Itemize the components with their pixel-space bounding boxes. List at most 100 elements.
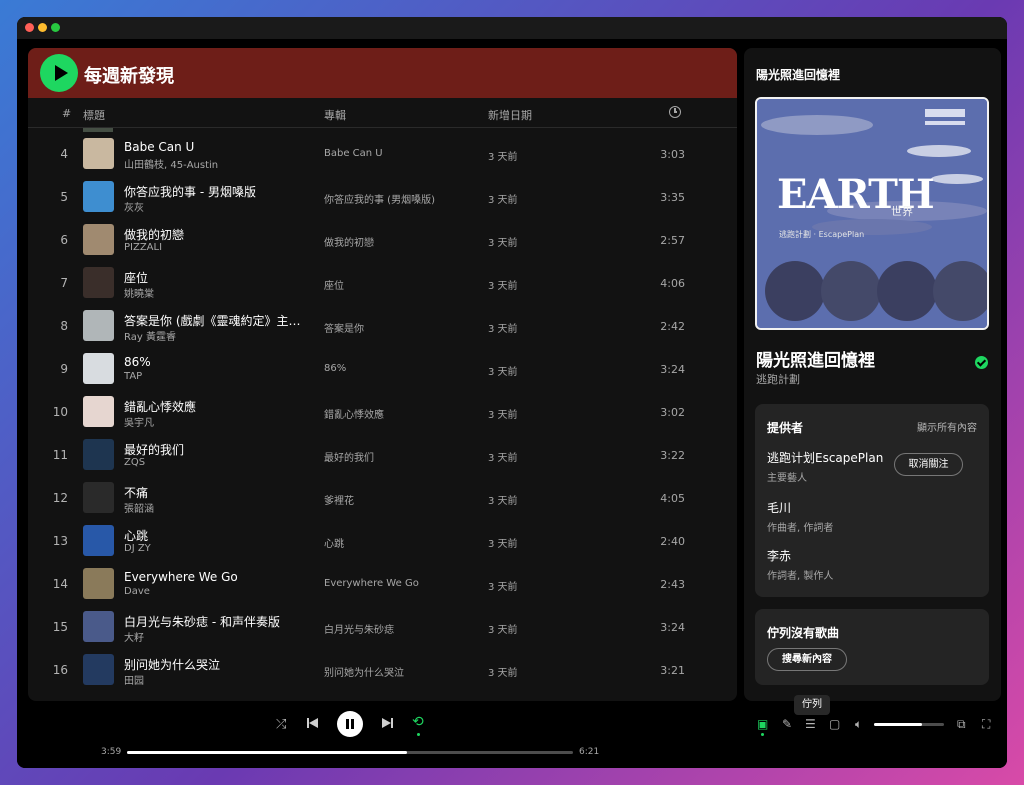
lyrics-icon[interactable]: ✎ (782, 717, 792, 731)
col-album[interactable]: 專輯 (324, 107, 346, 123)
track-title[interactable]: 别问她为什么哭泣 (124, 656, 220, 673)
track-title[interactable]: 你答应我的事 - 男烟嗓版 (124, 183, 256, 200)
track-album[interactable]: 答案是你 (324, 320, 364, 335)
track-album[interactable]: Everywhere We Go (324, 578, 419, 589)
play-button[interactable] (40, 54, 78, 92)
track-row[interactable]: 10 錯亂心悸效應 吳宇凡 錯亂心悸效應 3 天前 3:02 (28, 390, 737, 433)
volume-icon[interactable]: 🔈︎ (855, 717, 862, 732)
track-title[interactable]: 最好的我们 (124, 441, 184, 458)
repeat-active-dot (417, 733, 420, 736)
track-row[interactable]: 12 不痛 張韶涵 爹裡花 3 天前 4:05 (28, 476, 737, 519)
track-artwork (83, 525, 114, 556)
track-duration: 4:05 (660, 492, 685, 505)
track-artwork (83, 224, 114, 255)
repeat-one-icon[interactable]: ⟲ (412, 714, 424, 730)
queue-icon[interactable]: ☰ (805, 717, 816, 731)
progress-bar[interactable] (127, 751, 573, 754)
track-row[interactable]: 13 心跳 DJ ZY 心跳 3 天前 2:40 (28, 519, 737, 562)
credits-title: 提供者 (767, 421, 804, 435)
search-new-content-button[interactable]: 搜尋新內容 (767, 648, 847, 671)
track-title[interactable]: 錯亂心悸效應 (124, 398, 196, 415)
track-title[interactable]: Babe Can U (124, 140, 194, 154)
track-artist[interactable]: Ray 黃霆睿 (124, 328, 176, 343)
track-artwork (83, 654, 114, 685)
previous-icon[interactable] (307, 717, 319, 729)
track-date-added: 3 天前 (488, 582, 518, 593)
track-album[interactable]: 86% (324, 363, 346, 374)
track-title[interactable]: 白月光与朱砂痣 - 和声伴奏版 (124, 613, 280, 630)
saved-check-icon[interactable] (975, 356, 988, 369)
track-album[interactable]: 心跳 (324, 535, 344, 550)
song-artist[interactable]: 逃跑計劃 (756, 371, 800, 387)
track-artist[interactable]: 田园 (124, 672, 144, 687)
track-artwork (83, 482, 114, 513)
track-artwork (83, 267, 114, 298)
track-artist[interactable]: 大籽 (124, 629, 144, 644)
now-playing-panel: 陽光照進回憶裡 EARTH 世界 逃跑計劃 · EscapePlan 陽光照進回… (744, 48, 1001, 701)
col-date[interactable]: 新增日期 (488, 107, 532, 123)
shuffle-icon[interactable]: ⤮ (276, 717, 286, 732)
track-album[interactable]: 别问她为什么哭泣 (324, 664, 404, 679)
fullscreen-icon[interactable]: ⛶ (982, 717, 990, 732)
track-album[interactable]: 錯亂心悸效應 (324, 406, 384, 421)
next-icon[interactable] (382, 717, 394, 729)
track-album[interactable]: 白月光与朱砂痣 (324, 621, 394, 636)
track-row[interactable]: 4 Babe Can U 山田鶴枝, 45-Austin Babe Can U 3 天前… (28, 132, 737, 175)
track-album[interactable]: 做我的初戀 (324, 234, 374, 249)
track-number: 9 (60, 362, 68, 376)
track-duration: 3:22 (660, 449, 685, 462)
track-date-added: 3 天前 (488, 324, 518, 335)
track-artist[interactable]: 灰灰 (124, 199, 144, 214)
mini-player-icon[interactable]: ⧉ (957, 717, 966, 732)
track-artist[interactable]: TAP (124, 371, 142, 382)
track-number: 11 (52, 448, 68, 462)
track-row[interactable]: 7 座位 姚曉棠 座位 3 天前 4:06 (28, 261, 737, 304)
track-row[interactable]: 14 Everywhere We Go Dave Everywhere We Go 3 … (28, 562, 737, 605)
track-row[interactable]: 8 答案是你 (戲劇《靈魂約定》主… Ray 黃霆睿 答案是你 3 天前 2:42 (28, 304, 737, 347)
track-album[interactable]: 爹裡花 (324, 492, 354, 507)
track-row[interactable]: 16 别问她为什么哭泣 田园 别问她为什么哭泣 3 天前 3:21 (28, 648, 737, 691)
track-duration: 3:03 (660, 148, 685, 161)
track-title[interactable]: 心跳 (124, 527, 148, 544)
track-number: 14 (52, 577, 68, 591)
track-row[interactable]: 5 你答应我的事 - 男烟嗓版 灰灰 你答应我的事 (男烟嗓版) 3 天前 3:35 (28, 175, 737, 218)
track-album[interactable]: 最好的我们 (324, 449, 374, 464)
track-title[interactable]: 86% (124, 355, 151, 369)
track-artist[interactable]: 張韶涵 (124, 500, 154, 515)
track-title[interactable]: Everywhere We Go (124, 570, 238, 584)
track-album[interactable]: 你答应我的事 (男烟嗓版) (324, 191, 435, 206)
track-artist[interactable]: Dave (124, 586, 150, 597)
credit-name[interactable]: 逃跑计划EscapePlan (767, 449, 883, 466)
volume-slider[interactable] (874, 723, 944, 726)
track-album[interactable]: Babe Can U (324, 148, 383, 159)
maximize-window-button[interactable] (51, 23, 60, 32)
clock-icon[interactable] (669, 106, 681, 118)
elapsed-time: 3:59 (101, 747, 122, 757)
track-artist[interactable]: 姚曉棠 (124, 285, 154, 300)
track-row[interactable]: 6 做我的初戀 PIZZALI 做我的初戀 3 天前 2:57 (28, 218, 737, 261)
track-artist[interactable]: PIZZALI (124, 242, 162, 253)
song-title[interactable]: 陽光照進回憶裡 (756, 346, 875, 371)
track-artist[interactable]: 吳宇凡 (124, 414, 154, 429)
track-album[interactable]: 座位 (324, 277, 344, 292)
track-title[interactable]: 做我的初戀 (124, 226, 184, 243)
now-playing-view-icon[interactable]: ▣ (757, 717, 768, 731)
track-date-added: 3 天前 (488, 625, 518, 636)
track-row[interactable]: 15 白月光与朱砂痣 - 和声伴奏版 大籽 白月光与朱砂痣 3 天前 3:24 (28, 605, 737, 648)
col-title[interactable]: 標題 (83, 107, 105, 123)
unfollow-button[interactable]: 取消關注 (894, 453, 963, 476)
close-window-button[interactable] (25, 23, 34, 32)
track-title[interactable]: 不痛 (124, 484, 148, 501)
show-all-link[interactable]: 顯示所有內容 (917, 419, 977, 434)
track-row[interactable]: 9 86% TAP 86% 3 天前 3:24 (28, 347, 737, 390)
connect-device-icon[interactable]: ▢ (829, 717, 840, 731)
track-artist[interactable]: ZQS (124, 457, 145, 468)
track-title[interactable]: 座位 (124, 269, 148, 286)
track-row[interactable]: 11 最好的我们 ZQS 最好的我们 3 天前 3:22 (28, 433, 737, 476)
pause-button[interactable] (337, 711, 363, 737)
track-artist[interactable]: DJ ZY (124, 543, 151, 554)
track-title[interactable]: 答案是你 (戲劇《靈魂約定》主… (124, 312, 301, 329)
track-artist[interactable]: 山田鶴枝, 45-Austin (124, 156, 218, 171)
minimize-window-button[interactable] (38, 23, 47, 32)
track-date-added: 3 天前 (488, 496, 518, 507)
